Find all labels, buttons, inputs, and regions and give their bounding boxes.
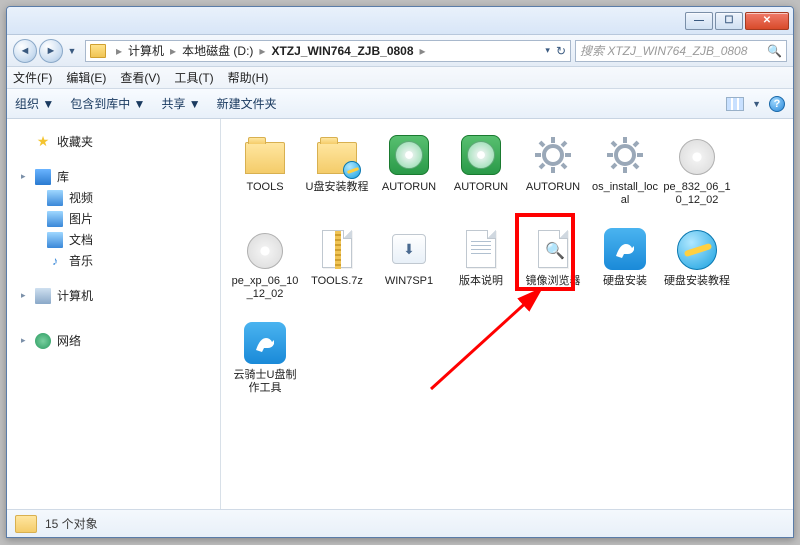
star-icon: ★ xyxy=(35,134,51,150)
file-os-install-local[interactable]: os_install_local xyxy=(589,129,661,219)
content-pane[interactable]: TOOLS U盘安装教程 AUTORUN AUTORUN xyxy=(221,119,793,509)
navigation-row: ◄ ► ▼ ▸ 计算机 ▸ 本地磁盘 (D:) ▸ XTZJ_WIN764_ZJ… xyxy=(7,35,793,67)
expand-icon: ▸ xyxy=(21,171,31,182)
toolbar-share[interactable]: 共享 ▼ xyxy=(161,95,200,112)
nav-pictures[interactable]: 图片 xyxy=(7,208,220,229)
nav-computer-label: 计算机 xyxy=(57,287,93,304)
toolbar-include-in-library[interactable]: 包含到库中 ▼ xyxy=(70,95,145,112)
expand-icon: ▸ xyxy=(21,335,31,346)
breadcrumb-root[interactable]: 计算机 xyxy=(128,42,164,59)
menubar: 文件(F) 编辑(E) 查看(V) 工具(T) 帮助(H) xyxy=(7,67,793,89)
file-hdd-tutorial[interactable]: 硬盘安装教程 xyxy=(661,223,733,313)
expand-icon: ▸ xyxy=(21,290,31,301)
file-pe-832[interactable]: pe_832_06_10_12_02 xyxy=(661,129,733,219)
breadcrumb-sep: ▸ xyxy=(259,44,265,58)
menu-view[interactable]: 查看(V) xyxy=(120,69,160,86)
nav-pane: ★ 收藏夹 ▸ 库 视频 图片 xyxy=(7,119,221,509)
file-autorun-3[interactable]: AUTORUN xyxy=(517,129,589,219)
file-yunqishi-usb-tool[interactable]: 云骑士U盘制作工具 xyxy=(229,317,301,407)
nav-documents[interactable]: 文档 xyxy=(7,229,220,250)
nav-computer[interactable]: ▸ 计算机 xyxy=(7,285,220,306)
explorer-window: — ☐ ✕ ◄ ► ▼ ▸ 计算机 ▸ 本地磁盘 (D:) ▸ XTZJ_WIN… xyxy=(6,6,794,538)
statusbar: 15 个对象 xyxy=(7,509,793,537)
search-box[interactable]: 搜索 XTZJ_WIN764_ZJB_0808 🔍 xyxy=(575,40,787,62)
disc-plain-icon xyxy=(247,233,283,269)
horse-icon xyxy=(244,322,286,364)
search-placeholder: 搜索 XTZJ_WIN764_ZJB_0808 xyxy=(580,42,747,59)
archive-icon xyxy=(322,230,352,268)
back-button[interactable]: ◄ xyxy=(13,39,37,63)
folder-icon xyxy=(90,44,106,58)
disc-icon xyxy=(461,135,501,175)
nav-favorites-label: 收藏夹 xyxy=(57,133,93,150)
video-icon xyxy=(47,190,63,206)
folder-tools[interactable]: TOOLS xyxy=(229,129,301,219)
toolbar-organize[interactable]: 组织 ▼ xyxy=(15,95,54,112)
nav-network[interactable]: ▸ 网络 xyxy=(7,330,220,351)
disc-icon xyxy=(389,135,429,175)
file-tools-7z[interactable]: TOOLS.7z xyxy=(301,223,373,313)
close-button[interactable]: ✕ xyxy=(745,12,789,30)
folder-icon xyxy=(245,142,285,174)
nav-videos[interactable]: 视频 xyxy=(7,187,220,208)
help-icon[interactable]: ? xyxy=(769,96,785,112)
ie-icon xyxy=(677,230,717,270)
menu-file[interactable]: 文件(F) xyxy=(13,69,52,86)
viewer-icon xyxy=(538,230,568,268)
nav-music[interactable]: ♪ 音乐 xyxy=(7,250,220,271)
status-count: 15 个对象 xyxy=(45,515,98,532)
ie-badge-icon xyxy=(343,161,361,179)
file-autorun-2[interactable]: AUTORUN xyxy=(445,129,517,219)
minimize-button[interactable]: — xyxy=(685,12,713,30)
breadcrumb-sep: ▸ xyxy=(170,44,176,58)
nav-libraries[interactable]: ▸ 库 xyxy=(7,166,220,187)
nav-history-dropdown[interactable]: ▼ xyxy=(65,39,79,63)
titlebar[interactable]: — ☐ ✕ xyxy=(7,7,793,35)
menu-edit[interactable]: 编辑(E) xyxy=(66,69,106,86)
disc-plain-icon xyxy=(679,139,715,175)
folder-icon xyxy=(15,515,37,533)
pictures-icon xyxy=(47,211,63,227)
menu-tools[interactable]: 工具(T) xyxy=(174,69,213,86)
toolbar: 组织 ▼ 包含到库中 ▼ 共享 ▼ 新建文件夹 ▼ ? xyxy=(7,89,793,119)
address-bar[interactable]: ▸ 计算机 ▸ 本地磁盘 (D:) ▸ XTZJ_WIN764_ZJB_0808… xyxy=(85,40,571,62)
libraries-icon xyxy=(35,169,51,185)
address-dropdown[interactable]: ▾ xyxy=(545,45,550,56)
search-icon: 🔍 xyxy=(767,44,782,58)
nav-favorites[interactable]: ★ 收藏夹 xyxy=(7,131,220,152)
refresh-button[interactable]: ↻ xyxy=(556,44,566,58)
breadcrumb-sep: ▸ xyxy=(420,44,426,58)
computer-icon xyxy=(35,288,51,304)
music-icon: ♪ xyxy=(47,253,63,269)
file-win7sp1[interactable]: ⬇ WIN7SP1 xyxy=(373,223,445,313)
file-autorun-1[interactable]: AUTORUN xyxy=(373,129,445,219)
maximize-button[interactable]: ☐ xyxy=(715,12,743,30)
nav-libraries-label: 库 xyxy=(57,168,69,185)
file-hdd-install[interactable]: 硬盘安装 xyxy=(589,223,661,313)
forward-button[interactable]: ► xyxy=(39,39,63,63)
file-version-notes[interactable]: 版本说明 xyxy=(445,223,517,313)
package-icon: ⬇ xyxy=(392,234,426,264)
toolbar-new-folder[interactable]: 新建文件夹 xyxy=(217,95,277,112)
documents-icon xyxy=(47,232,63,248)
text-file-icon xyxy=(466,230,496,268)
file-pe-xp[interactable]: pe_xp_06_10_12_02 xyxy=(229,223,301,313)
gear-icon xyxy=(603,133,647,177)
view-dropdown-icon[interactable]: ▼ xyxy=(752,99,761,109)
gear-icon xyxy=(531,133,575,177)
nav-network-label: 网络 xyxy=(57,332,81,349)
breadcrumb-drive[interactable]: 本地磁盘 (D:) xyxy=(182,42,253,59)
view-options-icon[interactable] xyxy=(726,97,744,111)
breadcrumb-folder[interactable]: XTZJ_WIN764_ZJB_0808 xyxy=(271,44,413,58)
file-image-browser[interactable]: 镜像浏览器 xyxy=(517,223,589,313)
network-icon xyxy=(35,333,51,349)
horse-icon xyxy=(604,228,646,270)
menu-help[interactable]: 帮助(H) xyxy=(228,69,269,86)
breadcrumb-sep: ▸ xyxy=(116,44,122,58)
folder-usb-tutorial[interactable]: U盘安装教程 xyxy=(301,129,373,219)
